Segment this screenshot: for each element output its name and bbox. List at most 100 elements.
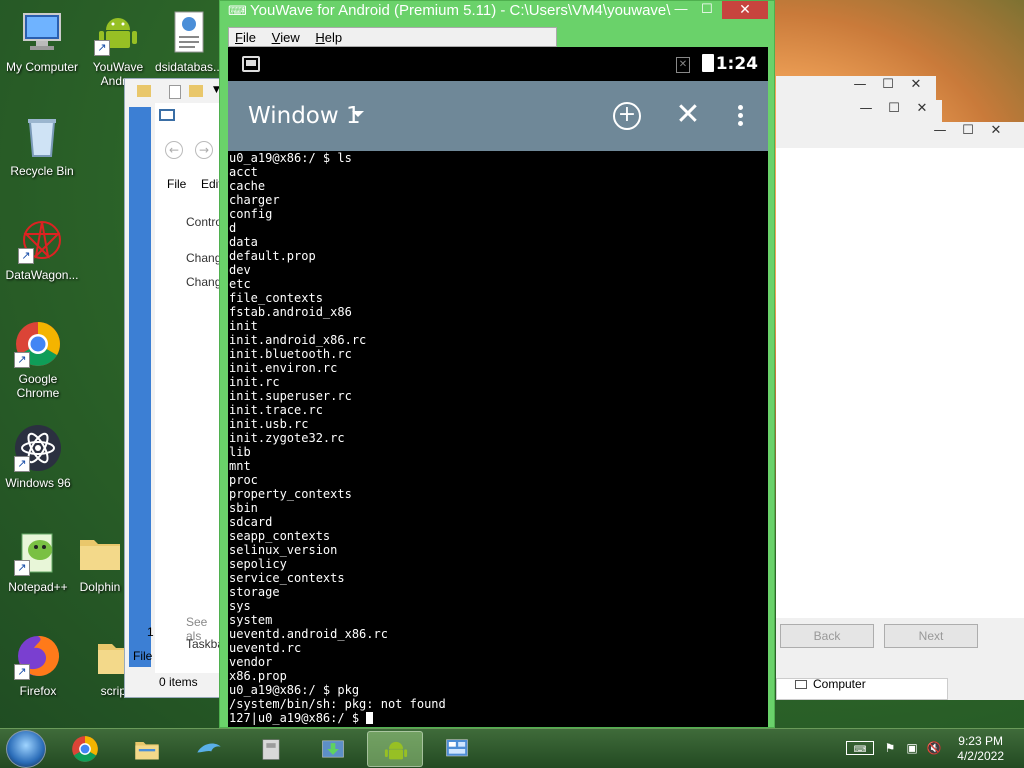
terminal-line: init.bluetooth.rc xyxy=(229,347,352,361)
desktop-icon-my-computer[interactable]: My Computer xyxy=(0,8,84,74)
desktop-icon-datawagon[interactable]: DataWagon... xyxy=(0,216,84,282)
recycle-bin-icon xyxy=(18,112,66,160)
change-link-2[interactable]: Chang xyxy=(186,275,221,289)
terminal-action-bar: Window 1 + ✕ xyxy=(228,81,768,151)
desktop-icon-label: Windows 96 xyxy=(5,476,71,490)
chrome-icon xyxy=(72,736,98,762)
minimize-icon[interactable]: — xyxy=(926,122,954,142)
explorer-side-strip xyxy=(129,107,151,667)
back-button[interactable]: Back xyxy=(780,624,874,648)
folder-icon[interactable] xyxy=(137,85,151,97)
network-icon[interactable]: ▣ xyxy=(904,741,920,755)
explorer-menu-file[interactable]: File xyxy=(167,177,186,191)
wizard-content xyxy=(776,148,1024,618)
desktop-icon-label: Google Chrome xyxy=(16,372,60,400)
explorer-toolbar: ▼ xyxy=(131,83,221,101)
desktop-icon-label: My Computer xyxy=(5,60,79,74)
close-icon[interactable]: ✕ xyxy=(902,76,930,96)
wizard-window[interactable]: — ☐ ✕ Back Next xyxy=(776,122,1024,700)
terminal-line: ueventd.rc xyxy=(229,641,302,655)
youwave-titlebar[interactable]: ⌨ YouWave for Android (Premium 5.11) - C… xyxy=(220,1,774,23)
desktop-icon-label: Dolphin xyxy=(79,580,121,594)
notepadpp-icon xyxy=(14,528,62,576)
taskbar-clock[interactable]: 9:23 PM 4/2/2022 xyxy=(957,734,1004,764)
desktop-icon-label: Firefox xyxy=(19,684,57,698)
taskbar-youwave[interactable] xyxy=(367,731,423,767)
minimize-icon[interactable]: — xyxy=(852,100,880,120)
next-button[interactable]: Next xyxy=(884,624,978,648)
terminal-line: etc xyxy=(229,277,251,291)
datawagon-icon xyxy=(18,216,66,264)
terminal-line: ueventd.android_x86.rc xyxy=(229,627,388,641)
maximize-icon[interactable]: ☐ xyxy=(880,100,908,120)
properties-icon[interactable] xyxy=(169,85,181,99)
maximize-button[interactable]: ☐ xyxy=(694,1,720,19)
change-link-1[interactable]: Chang xyxy=(186,251,221,265)
close-button[interactable]: ✕ xyxy=(722,1,768,19)
taskbar-installer[interactable] xyxy=(305,731,361,767)
close-window-icon[interactable]: ✕ xyxy=(674,98,702,132)
desktop-icon-dsidatabase[interactable]: dsidatabas... xyxy=(152,8,226,74)
menu-help[interactable]: Help xyxy=(309,28,348,47)
terminal-output[interactable]: u0_a19@x86:/ $ ls acct cache charger config d… xyxy=(228,151,768,727)
terminal-line: default.prop xyxy=(229,249,316,263)
minimize-icon[interactable]: — xyxy=(846,76,874,96)
close-icon[interactable]: ✕ xyxy=(908,100,936,120)
atom-icon xyxy=(14,424,62,472)
action-center-icon[interactable]: ⚑ xyxy=(882,741,898,755)
taskbar-chrome[interactable] xyxy=(57,731,113,767)
web-document-icon xyxy=(165,8,213,56)
window-selector[interactable]: Window 1 xyxy=(248,103,361,129)
desktop-icon-dolphin[interactable]: Dolphin xyxy=(72,528,128,594)
control-panel-link[interactable]: Contro xyxy=(186,215,222,229)
window-title: YouWave for Android (Premium 5.11) - C:\… xyxy=(250,2,671,19)
terminal-line: lib xyxy=(229,445,251,459)
start-button[interactable] xyxy=(6,730,46,768)
wizard-window-mid[interactable]: — ☐ ✕ xyxy=(776,100,942,122)
computer-icon xyxy=(795,680,807,689)
close-icon[interactable]: ✕ xyxy=(982,122,1010,142)
forward-nav-icon[interactable]: → xyxy=(195,141,213,159)
terminal-line: init xyxy=(229,319,258,333)
minimize-button[interactable]: — xyxy=(668,1,694,19)
desktop-icon-recycle-bin[interactable]: Recycle Bin xyxy=(0,112,84,178)
terminal-line: init.rc xyxy=(229,375,280,389)
maximize-icon[interactable]: ☐ xyxy=(874,76,902,96)
terminal-line: fstab.android_x86 xyxy=(229,305,352,319)
terminal-line: init.usb.rc xyxy=(229,417,309,431)
new-folder-icon[interactable] xyxy=(189,85,203,97)
android-screen[interactable]: ✕ 1:24 Window 1 + ✕ u0_a19@x86:/ $ ls acc… xyxy=(228,47,768,727)
prompt-text: 127|u0_a19@x86:/ $ xyxy=(229,711,367,725)
terminal-line: u0_a19@x86:/ $ pkg xyxy=(229,683,360,697)
youwave-window[interactable]: ⌨ YouWave for Android (Premium 5.11) - C… xyxy=(219,0,775,728)
taskbar-control-panel[interactable] xyxy=(429,731,485,767)
explorer-window[interactable]: ▼ ← → File Edit Contro Chang Chang See a… xyxy=(124,78,225,698)
desktop-icon-label: DataWagon... xyxy=(5,268,79,282)
add-window-icon[interactable]: + xyxy=(613,102,641,130)
desktop-icon-youwave[interactable]: YouWave Andr... xyxy=(76,8,160,88)
taskbar-file-explorer[interactable] xyxy=(119,731,175,767)
desktop-icon-windows-96[interactable]: Windows 96 xyxy=(0,424,80,490)
terminal-line: init.superuser.rc xyxy=(229,389,352,403)
dropdown-caret-icon[interactable] xyxy=(352,111,364,117)
firefox-icon xyxy=(14,632,62,680)
back-nav-icon[interactable]: ← xyxy=(165,141,183,159)
desktop-icon-google-chrome[interactable]: Google Chrome xyxy=(0,320,80,400)
terminal-line: cache xyxy=(229,179,266,193)
terminal-prompt[interactable]: 127|u0_a19@x86:/ $ xyxy=(229,711,768,725)
taskbar-dolphin[interactable] xyxy=(181,731,237,767)
wizard-window-back[interactable]: — ☐ ✕ xyxy=(776,76,936,100)
desktop-icon-firefox[interactable]: Firefox xyxy=(0,632,80,698)
taskbar-recycle[interactable] xyxy=(243,731,299,767)
keyboard-icon[interactable]: ⌨ xyxy=(846,741,874,755)
package-icon xyxy=(262,739,280,760)
terminal-line: d xyxy=(229,221,237,235)
taskbar: ⌨ ⚑ ▣ 🔇 9:23 PM 4/2/2022 xyxy=(0,728,1024,768)
overflow-menu-icon[interactable] xyxy=(736,105,744,127)
volume-muted-icon[interactable]: 🔇 xyxy=(926,741,942,755)
explorer-file-label[interactable]: File xyxy=(133,649,152,663)
desktop-icon-notepadpp[interactable]: Notepad++ xyxy=(0,528,80,594)
menu-view[interactable]: View xyxy=(266,28,306,47)
menu-file[interactable]: File xyxy=(229,28,262,47)
maximize-icon[interactable]: ☐ xyxy=(954,122,982,142)
